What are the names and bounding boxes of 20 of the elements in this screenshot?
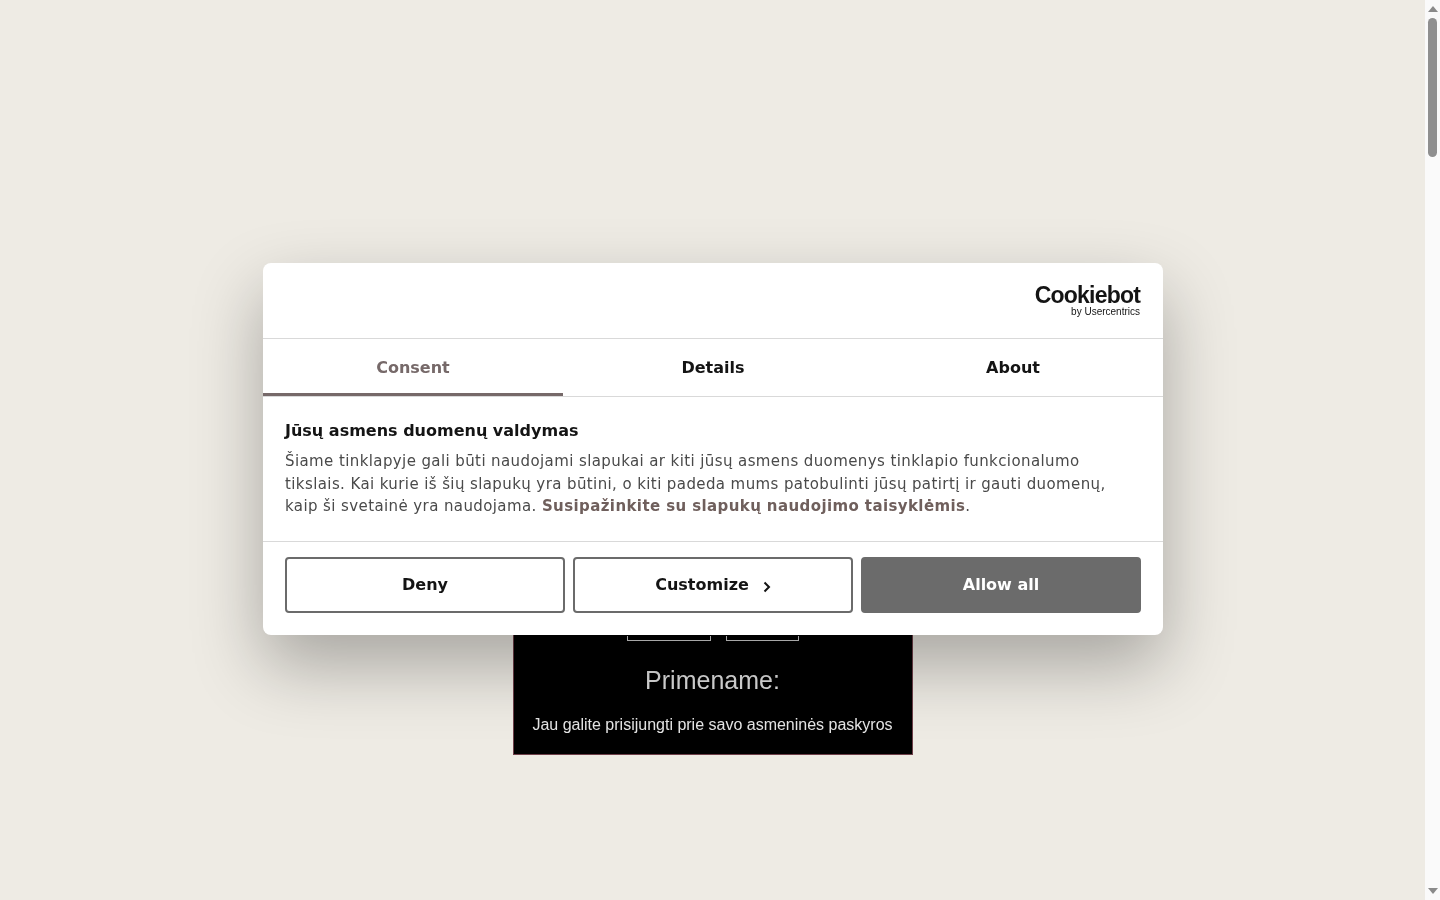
deny-button[interactable]: Deny — [285, 556, 565, 613]
chevron-right-icon — [762, 580, 771, 593]
tab[interactable]: Details — [563, 339, 863, 396]
logo-wordmark: Cookiebot — [1034, 284, 1140, 306]
scroll-down-icon[interactable] — [1427, 888, 1438, 894]
scroll-up-icon[interactable] — [1427, 6, 1438, 12]
covered-button[interactable] — [725, 636, 799, 641]
tab[interactable]: Consent — [263, 339, 563, 396]
customize-button[interactable]: Customize — [573, 556, 853, 613]
reminder-text: Jau galite prisijungti prie savo asmeninės paskyros — [532, 715, 893, 735]
cookie-policy-link[interactable]: Susipažinkite su slapukų naudojimo taisyklėmis — [541, 497, 966, 515]
tab[interactable]: About — [863, 339, 1163, 396]
reminder-heading: Primename: — [645, 665, 780, 695]
dialog-title: Jūsų asmens duomenų valdymas — [285, 421, 580, 441]
scrollbar-thumb[interactable] — [1428, 18, 1437, 157]
allow-all-button[interactable]: Allow all — [861, 556, 1141, 613]
consent-text: Šiame tinklapyje gali būti naudojami slapukai ar kiti jūsų asmens duomenys tinklapio funkcionalumo tikslais. Kai kurie iš šių slapukų yra būtini, o kiti padeda mums patobulinti jūsų patirtį ir gauti duomenų, kaip ši svetainė yra naudojama. Susipažinkite su slapukų naudojimo taisyklėmis. — [285, 450, 1107, 517]
covered-button[interactable] — [626, 636, 711, 641]
scrollbar[interactable] — [1425, 0, 1440, 900]
logo-tagline: by Usercentrics — [1071, 306, 1140, 317]
